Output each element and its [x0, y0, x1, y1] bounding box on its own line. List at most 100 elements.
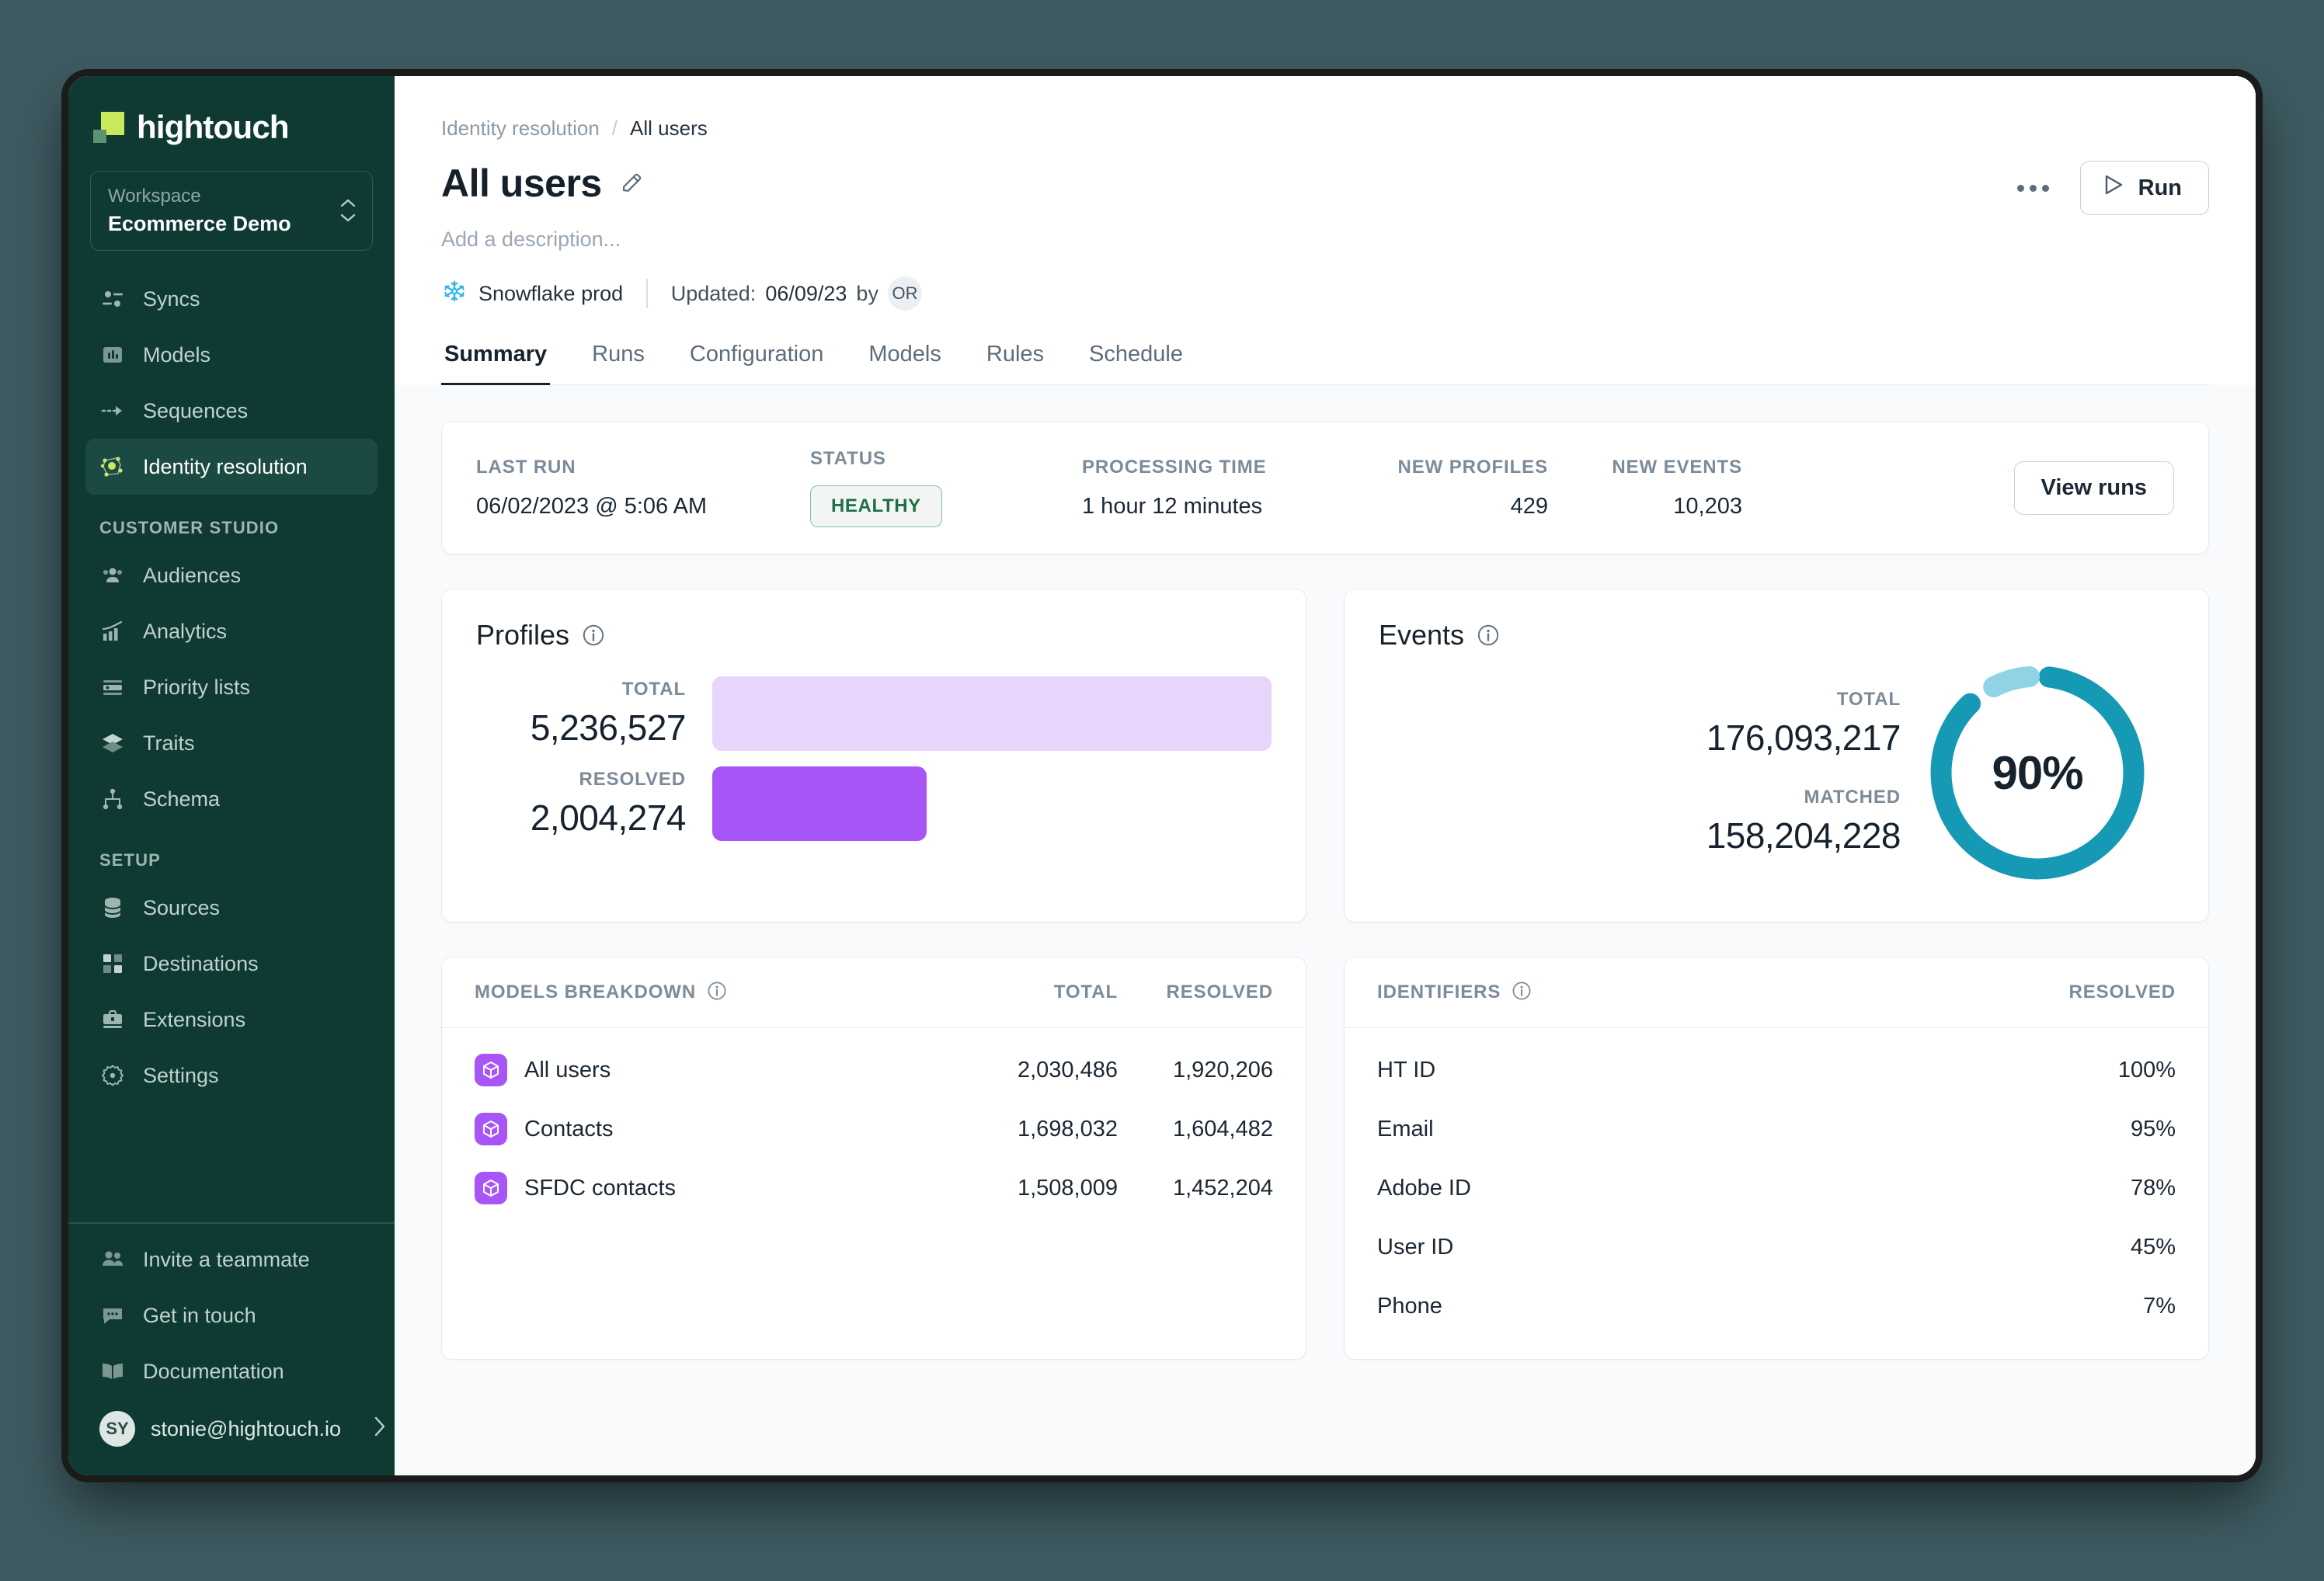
list-item[interactable]: Phone 7%: [1377, 1277, 2176, 1336]
events-card-title: Events: [1379, 619, 2174, 652]
tab-models[interactable]: Models: [865, 342, 945, 386]
sidebar-item-identity-resolution[interactable]: Identity resolution: [85, 439, 377, 495]
sidebar-item-syncs[interactable]: Syncs: [85, 271, 377, 327]
avatar: SY: [99, 1411, 135, 1447]
sidebar-item-label: Invite a teammate: [143, 1248, 310, 1272]
models-icon: [99, 342, 126, 368]
source-chip[interactable]: Snowflake prod: [441, 278, 623, 310]
column-header: STATUS: [810, 448, 1082, 470]
sidebar-item-sequences[interactable]: Sequences: [85, 383, 377, 439]
edit-pencil-icon[interactable]: [619, 170, 645, 196]
last-run-column: LAST RUN 06/02/2023 @ 5:06 AM: [476, 457, 810, 519]
profiles-total-track: [712, 676, 1272, 751]
sidebar-item-traits[interactable]: Traits: [85, 715, 377, 771]
sidebar-item-schema[interactable]: Schema: [85, 771, 377, 827]
sidebar-item-models[interactable]: Models: [85, 327, 377, 383]
processing-time-column: PROCESSING TIME 1 hour 12 minutes: [1082, 457, 1354, 519]
main-content: Identity resolution / All users All user…: [395, 76, 2256, 1475]
events-matched-value: 158,204,228: [1379, 815, 1901, 857]
sidebar-item-extensions[interactable]: Extensions: [85, 992, 377, 1048]
description-input[interactable]: Add a description...: [441, 228, 2209, 252]
model-resolved: 1,920,206: [1118, 1058, 1273, 1083]
workspace-label: Workspace: [108, 184, 291, 209]
priority-lists-icon: [99, 674, 126, 700]
identifiers-header: IDENTIFIERS RESOLVED: [1345, 957, 2208, 1028]
table-row[interactable]: All users 2,030,486 1,920,206: [475, 1041, 1273, 1100]
tab-configuration[interactable]: Configuration: [687, 342, 827, 386]
sidebar-item-audiences[interactable]: Audiences: [85, 547, 377, 603]
new-events-column: NEW EVENTS 10,203: [1548, 457, 1742, 519]
sidebar-divider: [68, 1222, 395, 1224]
updated-info: Updated: 06/09/23 by OR: [671, 276, 922, 311]
source-name: Snowflake prod: [478, 282, 623, 306]
identifiers-body: HT ID 100% Email 95% Adobe ID 78% User: [1345, 1028, 2208, 1359]
sidebar-item-label: Sequences: [143, 399, 248, 423]
identity-resolution-icon: [99, 453, 126, 480]
schema-icon: [99, 786, 126, 812]
sidebar-item-analytics[interactable]: Analytics: [85, 603, 377, 659]
sidebar-item-get-in-touch[interactable]: Get in touch: [85, 1287, 377, 1343]
chevron-updown-icon: [339, 199, 357, 222]
sidebar-item-sources[interactable]: Sources: [85, 880, 377, 936]
tab-summary[interactable]: Summary: [441, 342, 550, 386]
workspace-selector[interactable]: Workspace Ecommerce Demo: [90, 171, 373, 251]
list-item[interactable]: Adobe ID 78%: [1377, 1159, 2176, 1218]
info-icon[interactable]: [1512, 981, 1535, 1004]
info-icon[interactable]: [707, 981, 730, 1004]
view-runs-button[interactable]: View runs: [2014, 461, 2174, 515]
brand-logo[interactable]: hightouch: [68, 76, 395, 168]
traits-icon: [99, 730, 126, 756]
run-button[interactable]: Run: [2080, 161, 2209, 215]
identifiers-title: IDENTIFIERS: [1377, 982, 1501, 1003]
more-options-button[interactable]: [2013, 175, 2054, 201]
new-profiles-column: NEW PROFILES 429: [1354, 457, 1548, 519]
sidebar-item-label: Documentation: [143, 1360, 284, 1384]
list-item[interactable]: User ID 45%: [1377, 1218, 2176, 1277]
identifier-name: Phone: [1377, 1294, 1989, 1319]
table-row[interactable]: Contacts 1,698,032 1,604,482: [475, 1100, 1273, 1159]
syncs-icon: [99, 286, 126, 312]
events-total-caption: TOTAL: [1379, 689, 1901, 711]
sidebar-item-invite-a-teammate[interactable]: Invite a teammate: [85, 1232, 377, 1287]
info-icon[interactable]: [582, 624, 605, 647]
sidebar-item-label: Extensions: [143, 1008, 245, 1032]
book-icon: [99, 1358, 126, 1385]
model-name: SFDC contacts: [524, 1176, 676, 1201]
tab-schedule[interactable]: Schedule: [1086, 342, 1186, 386]
sidebar-footer: Invite a teammate Get in touch: [68, 1232, 395, 1475]
identifier-name: User ID: [1377, 1235, 1989, 1260]
last-run-card: LAST RUN 06/02/2023 @ 5:06 AM STATUS HEA…: [441, 421, 2209, 554]
breadcrumb-parent[interactable]: Identity resolution: [441, 116, 600, 141]
sequences-icon: [99, 398, 126, 424]
identifier-resolved: 7%: [1989, 1294, 2176, 1319]
table-row[interactable]: SFDC contacts 1,508,009 1,452,204: [475, 1159, 1273, 1218]
profiles-total-caption: TOTAL: [476, 679, 686, 700]
models-col-total: TOTAL: [962, 982, 1118, 1003]
sidebar-item-label: Sources: [143, 896, 220, 920]
list-item[interactable]: HT ID 100%: [1377, 1041, 2176, 1100]
info-icon[interactable]: [1477, 624, 1500, 647]
page-title: All users: [441, 161, 602, 206]
events-body: TOTAL 176,093,217 MATCHED 158,204,228: [1379, 656, 2174, 889]
identifier-resolved: 45%: [1989, 1235, 2176, 1260]
sidebar-item-label: Get in touch: [143, 1304, 256, 1328]
sidebar-item-destinations[interactable]: Destinations: [85, 936, 377, 992]
tab-rules[interactable]: Rules: [983, 342, 1047, 386]
profiles-card-title: Profiles: [476, 619, 1272, 652]
sidebar-item-priority-lists[interactable]: Priority lists: [85, 659, 377, 715]
profiles-resolved-track: [712, 766, 1272, 841]
sidebar-item-settings[interactable]: Settings: [85, 1048, 377, 1103]
tab-runs[interactable]: Runs: [589, 342, 648, 386]
profiles-resolved-bar: [712, 766, 927, 841]
model-total: 1,508,009: [962, 1176, 1118, 1201]
sidebar-item-label: Identity resolution: [143, 455, 308, 479]
user-account-row[interactable]: SY stonie@hightouch.io: [85, 1399, 377, 1458]
sidebar-item-documentation[interactable]: Documentation: [85, 1343, 377, 1399]
sidebar-item-label: Destinations: [143, 952, 259, 976]
identifier-name: Adobe ID: [1377, 1176, 1989, 1201]
profiles-total-row: TOTAL 5,236,527: [476, 676, 1272, 751]
models-breakdown-card: MODELS BREAKDOWN TOTAL RESOLVED: [441, 957, 1306, 1360]
models-breakdown-title: MODELS BREAKDOWN: [475, 982, 696, 1003]
list-item[interactable]: Email 95%: [1377, 1100, 2176, 1159]
chevron-right-icon: [372, 1415, 388, 1444]
